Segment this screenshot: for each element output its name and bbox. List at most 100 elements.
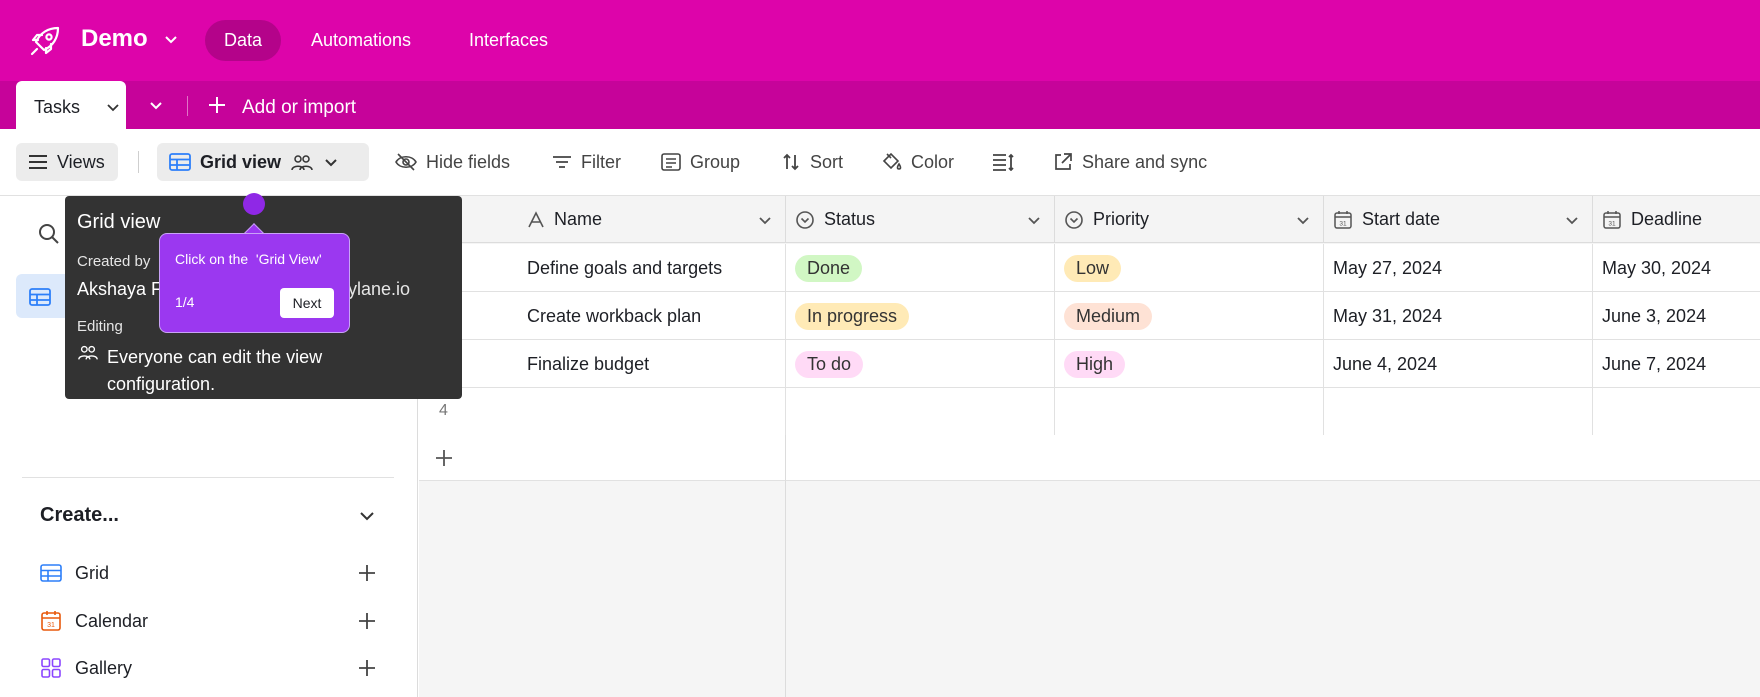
cell-priority[interactable]: Medium — [1055, 292, 1324, 340]
created-by-label: Created by — [77, 253, 151, 270]
filter-label: Filter — [581, 151, 621, 172]
view-toolbar: Views Grid view Hide fields Filter Group… — [0, 129, 1760, 196]
chevron-down-icon[interactable] — [163, 31, 179, 47]
cell-start-date[interactable] — [1324, 388, 1593, 436]
tour-next-button[interactable]: Next — [280, 288, 334, 318]
color-button[interactable]: Color — [880, 143, 954, 181]
plus-icon[interactable] — [357, 611, 377, 631]
column-header-start-date[interactable]: 31 Start date — [1324, 196, 1593, 243]
create-grid-item[interactable]: Grid — [40, 558, 385, 588]
created-by-name: Akshaya F — [77, 279, 163, 299]
table-row[interactable]: Finalize budget To do High June 4, 2024 … — [419, 340, 1760, 388]
column-label: Name — [554, 209, 603, 229]
hide-fields-button[interactable]: Hide fields — [395, 143, 510, 181]
cell-status[interactable]: Done — [786, 244, 1055, 292]
eye-off-icon — [395, 153, 417, 171]
date-icon: 31 — [1334, 210, 1352, 229]
cell-priority[interactable] — [1055, 388, 1324, 436]
tour-beacon[interactable] — [243, 193, 265, 215]
row-height-button[interactable] — [992, 143, 1014, 181]
add-row-filler — [786, 435, 1760, 481]
chevron-down-icon[interactable] — [1564, 212, 1580, 228]
svg-text:31: 31 — [1339, 220, 1347, 227]
column-header-deadline[interactable]: 31 Deadline — [1593, 196, 1760, 243]
cell-status[interactable] — [786, 388, 1055, 436]
create-calendar-item[interactable]: 31 Calendar — [40, 606, 385, 636]
add-row-button[interactable] — [419, 435, 786, 481]
column-label: Priority — [1093, 209, 1150, 229]
cell-priority[interactable]: Low — [1055, 244, 1324, 292]
status-badge: To do — [795, 350, 864, 378]
editing-label: Editing — [77, 318, 123, 335]
column-header-status[interactable]: Status — [786, 196, 1055, 243]
all-tables-chevron-icon[interactable] — [148, 97, 164, 113]
hamburger-icon — [29, 155, 47, 169]
cell-deadline[interactable]: June 3, 2024 — [1593, 292, 1760, 340]
table-row[interactable]: Create workback plan In progress Medium … — [419, 292, 1760, 340]
created-by-email: ylane.io — [348, 279, 411, 299]
plus-icon — [436, 450, 452, 466]
cell-deadline[interactable] — [1593, 388, 1760, 436]
tour-message: Click on the 'Grid View' — [175, 251, 322, 267]
column-label: Start date — [1362, 209, 1441, 229]
nav-automations[interactable]: Automations — [292, 20, 430, 61]
cell-status[interactable]: To do — [786, 340, 1055, 388]
table-row[interactable]: Define goals and targets Done Low May 27… — [419, 244, 1760, 292]
views-button[interactable]: Views — [16, 143, 118, 181]
chevron-down-icon[interactable] — [106, 100, 120, 114]
divider — [785, 481, 786, 697]
nav-interfaces[interactable]: Interfaces — [450, 20, 567, 61]
text-field-icon — [528, 210, 544, 227]
chevron-down-icon[interactable] — [1026, 212, 1042, 228]
table-tab-tasks[interactable]: Tasks — [16, 81, 126, 129]
column-header-priority[interactable]: Priority — [1055, 196, 1324, 243]
cell-deadline[interactable]: June 7, 2024 — [1593, 340, 1760, 388]
nav-data[interactable]: Data — [205, 20, 282, 61]
cell-name[interactable]: Define goals and targets — [419, 244, 786, 292]
cell-start-date[interactable]: May 31, 2024 — [1324, 292, 1593, 340]
tour-tooltip: Click on the 'Grid View' 1/4 Next — [159, 233, 350, 333]
group-icon — [661, 153, 681, 171]
cell-start-date[interactable]: June 4, 2024 — [1324, 340, 1593, 388]
collaborative-view-icon — [291, 155, 313, 171]
paint-bucket-icon — [882, 152, 902, 170]
plus-icon[interactable] — [207, 95, 227, 115]
cell-deadline[interactable]: May 30, 2024 — [1593, 244, 1760, 292]
chevron-down-icon[interactable] — [358, 506, 376, 524]
share-icon — [1055, 153, 1072, 170]
chevron-down-icon[interactable] — [1295, 212, 1311, 228]
search-icon[interactable] — [38, 223, 60, 245]
gallery-icon — [41, 658, 61, 678]
create-gallery-item[interactable]: Gallery — [40, 653, 385, 683]
base-name[interactable]: Demo — [81, 25, 148, 53]
group-button[interactable]: Group — [661, 143, 740, 181]
svg-text:31: 31 — [47, 622, 55, 629]
create-heading[interactable]: Create... — [40, 504, 119, 527]
table-tab-label: Tasks — [34, 97, 81, 117]
group-label: Group — [690, 151, 741, 172]
plus-icon[interactable] — [357, 658, 377, 678]
share-and-sync-label: Share and sync — [1082, 151, 1208, 172]
top-header: Demo Data Automations Interfaces — [0, 0, 1760, 81]
cell-name[interactable]: Finalize budget — [419, 340, 786, 388]
rocket-logo-icon[interactable] — [28, 24, 62, 58]
priority-badge: High — [1064, 350, 1126, 378]
filter-button[interactable]: Filter — [552, 143, 621, 181]
cell-status[interactable]: In progress — [786, 292, 1055, 340]
share-and-sync-button[interactable]: Share and sync — [1053, 143, 1207, 181]
cell-priority[interactable]: High — [1055, 340, 1324, 388]
sort-label: Sort — [810, 151, 844, 172]
chevron-down-icon[interactable] — [323, 154, 339, 170]
sort-button[interactable]: Sort — [781, 143, 843, 181]
plus-icon[interactable] — [357, 563, 377, 583]
cell-name[interactable] — [419, 388, 786, 436]
table-row[interactable]: 4 — [419, 388, 1760, 436]
grid-view-button[interactable]: Grid view — [157, 143, 369, 181]
cell-start-date[interactable]: May 27, 2024 — [1324, 244, 1593, 292]
column-header-name[interactable]: Name — [419, 196, 786, 243]
add-or-import-button[interactable]: Add or import — [242, 97, 356, 119]
collaborative-view-icon — [78, 345, 98, 360]
current-view-label: Grid view — [200, 151, 282, 172]
cell-name[interactable]: Create workback plan — [419, 292, 786, 340]
chevron-down-icon[interactable] — [757, 212, 773, 228]
